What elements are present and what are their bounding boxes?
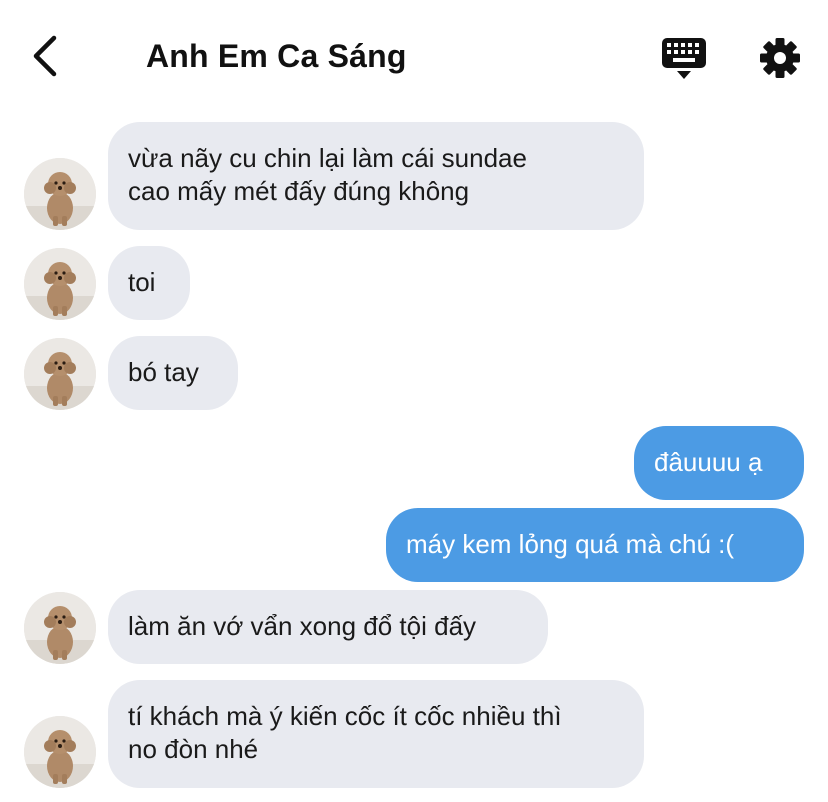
poodle-avatar-image [24, 592, 96, 664]
avatar[interactable] [24, 338, 96, 410]
chat-header: Anh Em Ca Sáng [0, 0, 828, 112]
message-bubble-incoming[interactable]: tí khách mà ý kiến cốc ít cốc nhiều thì … [108, 680, 644, 788]
message-row: tí khách mà ý kiến cốc ít cốc nhiều thì … [0, 680, 828, 788]
poodle-avatar-image [24, 158, 96, 230]
chat-title: Anh Em Ca Sáng [146, 38, 407, 74]
message-row: đâuuuu ạ [0, 426, 828, 500]
message-row: toi [0, 246, 828, 320]
message-row: bó tay [0, 336, 828, 410]
avatar[interactable] [24, 158, 96, 230]
message-bubble-outgoing[interactable]: đâuuuu ạ [634, 426, 804, 500]
poodle-avatar-image [24, 248, 96, 320]
message-row: máy kem lỏng quá mà chú :( [0, 508, 828, 582]
chevron-left-icon [33, 35, 57, 77]
poodle-avatar-image [24, 338, 96, 410]
keyboard-button[interactable] [660, 36, 708, 80]
message-row: làm ăn vớ vẩn xong đổ tội đấy [0, 590, 828, 664]
message-bubble-incoming[interactable]: vừa nãy cu chin lại làm cái sundae cao m… [108, 122, 644, 230]
message-bubble-incoming[interactable]: toi [108, 246, 190, 320]
keyboard-icon [662, 38, 706, 79]
poodle-avatar-image [24, 716, 96, 788]
gear-icon [760, 38, 800, 78]
message-bubble-incoming[interactable]: bó tay [108, 336, 238, 410]
settings-button[interactable] [756, 34, 804, 82]
avatar[interactable] [24, 592, 96, 664]
message-row: vừa nãy cu chin lại làm cái sundae cao m… [0, 122, 828, 230]
avatar[interactable] [24, 716, 96, 788]
message-bubble-outgoing[interactable]: máy kem lỏng quá mà chú :( [386, 508, 804, 582]
back-button[interactable] [24, 32, 68, 80]
avatar[interactable] [24, 248, 96, 320]
message-bubble-incoming[interactable]: làm ăn vớ vẩn xong đổ tội đấy [108, 590, 548, 664]
